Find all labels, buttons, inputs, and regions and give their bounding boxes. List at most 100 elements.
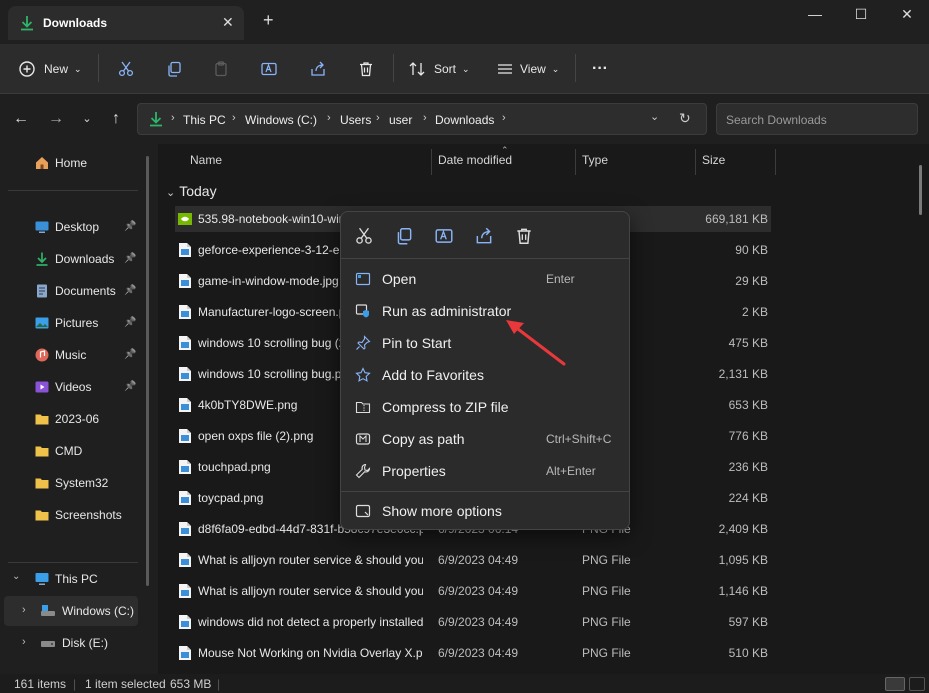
pin-icon[interactable]: 📌	[124, 221, 136, 232]
copy-button[interactable]	[165, 56, 183, 82]
menu-item-run-as-administrator[interactable]: Run as administrator	[345, 296, 625, 326]
sidebar-item-screenshots[interactable]: Screenshots	[8, 500, 140, 530]
pin-icon[interactable]: 📌	[124, 253, 136, 264]
menu-item-label: Compress to ZIP file	[382, 399, 509, 415]
copy-icon[interactable]	[394, 226, 414, 246]
sidebar-item-home[interactable]: Home	[8, 148, 140, 178]
file-size: 510 KB	[728, 646, 768, 660]
menu-item-properties[interactable]: Properties Alt+Enter	[345, 456, 625, 486]
new-tab-button[interactable]: +	[263, 10, 274, 31]
forward-arrow-icon[interactable]: →	[46, 110, 66, 130]
sidebar-item-videos[interactable]: Videos 📌	[8, 372, 140, 402]
refresh-icon[interactable]: ↻	[679, 110, 691, 127]
trash-icon	[360, 62, 372, 77]
file-row[interactable]: windows did not detect a properly instal…	[175, 609, 771, 635]
file-row[interactable]: What is alljoyn router service & should …	[175, 547, 771, 573]
sidebar-item-this-pc[interactable]: ⌄ This PC	[8, 564, 140, 594]
menu-item-compress-to-zip-file[interactable]: Compress to ZIP file	[345, 392, 625, 422]
new-button[interactable]: New ⌄	[18, 56, 82, 82]
file-size: 2,409 KB	[718, 522, 768, 536]
menu-item-pin-to-start[interactable]: Pin to Start	[345, 328, 625, 358]
group-header-today[interactable]: ⌄ Today	[166, 183, 217, 199]
share-icon[interactable]	[474, 226, 494, 246]
pin-icon[interactable]: 📌	[124, 349, 136, 360]
sidebar-item-label: Screenshots	[55, 508, 122, 522]
menu-item-label: Add to Favorites	[382, 367, 484, 383]
rename-button[interactable]	[260, 56, 278, 82]
sidebar-item-label: 2023-06	[55, 412, 100, 426]
folder-icon	[34, 443, 50, 459]
file-list-scrollbar[interactable]	[919, 165, 922, 215]
sidebar-scrollbar[interactable]	[146, 156, 149, 586]
chevron-right-icon: ›	[22, 604, 26, 616]
sidebar-item-pictures[interactable]: Pictures 📌	[8, 308, 140, 338]
more-options-icon	[355, 504, 371, 518]
tiles-view-icon[interactable]	[909, 677, 925, 691]
up-arrow-icon[interactable]: ↑	[106, 110, 126, 130]
menu-item-open[interactable]: Open Enter	[345, 264, 625, 294]
minimize-button[interactable]: —	[792, 0, 838, 32]
share-icon	[311, 61, 325, 76]
file-type: PNG File	[582, 646, 631, 660]
image-file-icon	[178, 614, 192, 630]
breadcrumb-windows-c[interactable]: Windows (C:)	[245, 113, 317, 127]
address-bar[interactable]: › This PC › Windows (C:) › Users › user …	[137, 103, 707, 135]
menu-item-label: Copy as path	[382, 431, 465, 447]
rename-icon[interactable]	[434, 226, 454, 246]
menu-item-show-more-options[interactable]: Show more options	[345, 496, 625, 526]
sidebar-item-system32[interactable]: System32	[8, 468, 140, 498]
close-tab-icon[interactable]: ✕	[222, 14, 234, 31]
sidebar-item-downloads[interactable]: Downloads 📌	[8, 244, 140, 274]
file-row[interactable]: Mouse Not Working on Nvidia Overlay X.pn…	[175, 640, 771, 666]
sidebar-item-desktop[interactable]: Desktop 📌	[8, 212, 140, 242]
tab-downloads[interactable]: Downloads ✕	[8, 6, 244, 40]
sidebar-item-disk-e[interactable]: › Disk (E:)	[8, 628, 140, 658]
toolbar-divider	[98, 54, 99, 82]
sidebar-item-documents[interactable]: Documents 📌	[8, 276, 140, 306]
paste-button[interactable]	[212, 56, 230, 82]
share-button[interactable]	[309, 56, 327, 82]
sort-icon	[409, 62, 425, 76]
sidebar-item-windows-c[interactable]: › Windows (C:)	[4, 596, 138, 626]
close-window-button[interactable]: ✕	[884, 0, 929, 32]
breadcrumb-users[interactable]: Users	[340, 113, 371, 127]
menu-item-copy-as-path[interactable]: Copy as path Ctrl+Shift+C	[345, 424, 625, 454]
sidebar-item-music[interactable]: Music 📌	[8, 340, 140, 370]
details-view-icon[interactable]	[885, 677, 905, 691]
file-row[interactable]: What is alljoyn router service & should …	[175, 578, 771, 604]
sidebar-item-cmd[interactable]: CMD	[8, 436, 140, 466]
breadcrumb-downloads[interactable]: Downloads	[435, 113, 494, 127]
file-name: windows did not detect a properly instal…	[198, 615, 423, 629]
file-size: 475 KB	[728, 336, 768, 350]
wrench-icon	[355, 463, 371, 479]
column-header-size[interactable]: Size	[702, 153, 725, 167]
image-file-icon	[178, 366, 192, 382]
maximize-button[interactable]: ☐	[838, 0, 884, 32]
column-header-date[interactable]: Date modified	[438, 153, 512, 167]
sidebar-item-label: System32	[55, 476, 109, 490]
sort-button[interactable]: Sort ⌄	[408, 56, 470, 82]
selection-size: 653 MB	[170, 677, 212, 691]
pin-icon	[355, 335, 371, 351]
clipboard-icon	[215, 61, 227, 77]
menu-item-add-to-favorites[interactable]: Add to Favorites	[345, 360, 625, 390]
more-options-button[interactable]: ···	[592, 56, 608, 82]
trash-icon[interactable]	[514, 226, 534, 246]
breadcrumb-user[interactable]: user	[389, 113, 412, 127]
address-history-chevron-icon[interactable]: ⌄	[650, 110, 659, 123]
file-name: What is alljoyn router service & should …	[198, 584, 423, 598]
pin-icon[interactable]: 📌	[124, 317, 136, 328]
column-header-name[interactable]: Name	[190, 153, 222, 167]
pin-icon[interactable]: 📌	[124, 285, 136, 296]
view-button[interactable]: View ⌄	[496, 56, 559, 82]
column-header-type[interactable]: Type	[582, 153, 608, 167]
back-arrow-icon[interactable]: ←	[11, 110, 31, 130]
cut-icon[interactable]	[354, 226, 374, 246]
pin-icon[interactable]: 📌	[124, 381, 136, 392]
cut-button[interactable]	[117, 56, 135, 82]
breadcrumb-this-pc[interactable]: This PC	[183, 113, 226, 127]
delete-button[interactable]	[357, 56, 375, 82]
sidebar-item-2023-06[interactable]: 2023-06	[8, 404, 140, 434]
search-box[interactable]: Search Downloads	[716, 103, 918, 135]
recent-chevron-icon[interactable]: ⌄	[77, 110, 97, 130]
